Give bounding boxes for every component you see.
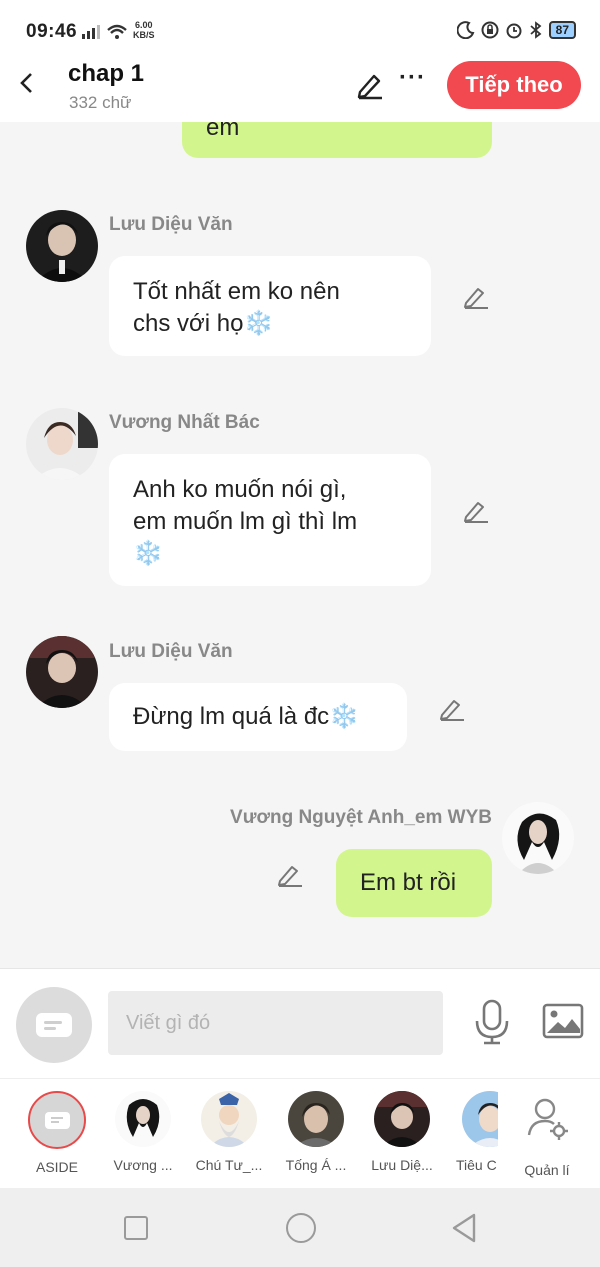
message-text: Tốt nhất em ko nên xyxy=(133,278,340,305)
speed-value: 6.00 xyxy=(134,20,153,30)
character-name: Chú Tư_... xyxy=(195,1157,263,1173)
word-count: 332 chữ xyxy=(69,93,132,112)
avatar xyxy=(462,1091,498,1147)
edit-message-icon[interactable] xyxy=(462,498,490,524)
system-nav-bar xyxy=(0,1188,600,1267)
moon-icon xyxy=(456,21,475,39)
network-speed: 6.00 KB/S xyxy=(133,20,155,40)
message-text: ❄️ xyxy=(133,540,163,567)
next-chapter-button[interactable]: Tiếp theo xyxy=(447,61,581,109)
status-icons: 87 xyxy=(456,21,576,39)
edit-icon[interactable] xyxy=(355,70,385,100)
chapter-title: chap 1 xyxy=(68,60,145,87)
avatar[interactable] xyxy=(502,802,574,874)
avatar xyxy=(288,1091,344,1147)
character-strip[interactable]: ASIDE Vương ... Chú Tư_... Tống Á ... Lư… xyxy=(0,1078,600,1188)
alarm-icon xyxy=(506,23,522,39)
speed-unit: KB/S xyxy=(133,30,155,40)
avatar[interactable] xyxy=(26,636,98,708)
message-text: Anh ko muốn nói gì, xyxy=(133,476,347,503)
screen: 09:46 6.00 KB/S 87 chap 1 332 chữ ··· Ti… xyxy=(0,0,600,1267)
recent-apps-icon[interactable] xyxy=(124,1216,148,1240)
message-bubble[interactable]: Anh ko muốn nói gì, em muốn lm gì thì lm… xyxy=(109,454,431,586)
message-text: em xyxy=(206,122,240,141)
character-item[interactable]: Tống Á ... xyxy=(276,1091,356,1173)
microphone-icon[interactable] xyxy=(474,999,510,1045)
aside-toggle-button[interactable] xyxy=(16,987,92,1063)
sender-name: Lưu Diệu Văn xyxy=(109,214,233,235)
message-bubble[interactable]: Tốt nhất em ko nên chs với họ❄️ xyxy=(109,256,431,356)
character-item[interactable]: Tiêu C xyxy=(440,1091,498,1173)
chat-icon xyxy=(28,1091,86,1149)
avatar[interactable] xyxy=(26,210,98,282)
signal-icon xyxy=(82,24,127,39)
avatar xyxy=(201,1091,257,1147)
character-name: ASIDE xyxy=(35,1159,78,1175)
edit-message-icon[interactable] xyxy=(462,284,490,310)
battery-icon: 87 xyxy=(548,21,576,39)
manage-user-icon xyxy=(527,1098,568,1140)
message-input[interactable] xyxy=(108,991,443,1055)
message-bubble[interactable]: Đừng lm quá là đc❄️ xyxy=(109,683,407,751)
character-name: Tiêu C xyxy=(456,1157,497,1173)
message-text: chs với họ❄️ xyxy=(133,310,274,337)
avatar[interactable] xyxy=(26,408,98,480)
sender-name: Lưu Diệu Văn xyxy=(109,641,233,662)
bluetooth-icon xyxy=(530,21,542,39)
character-item[interactable]: Chú Tư_... xyxy=(189,1091,269,1173)
chat-icon xyxy=(36,1013,72,1037)
app-header: chap 1 332 chữ ··· Tiếp theo xyxy=(0,58,600,122)
message-text: em muốn lm gì thì lm xyxy=(133,508,358,535)
sender-name: Vương Nhất Bác xyxy=(109,412,260,433)
back-arrow-icon[interactable] xyxy=(16,72,38,94)
edit-message-icon[interactable] xyxy=(276,862,304,888)
input-bar xyxy=(0,968,600,1078)
nav-back-icon[interactable] xyxy=(450,1212,478,1244)
message-text: Em bt rồi xyxy=(360,869,457,896)
character-name: Tống Á ... xyxy=(285,1157,347,1173)
character-aside[interactable]: ASIDE xyxy=(17,1091,97,1175)
status-time: 09:46 xyxy=(26,21,78,42)
image-icon[interactable] xyxy=(542,1003,584,1039)
character-item[interactable]: Lưu Diệ... xyxy=(362,1091,442,1173)
home-icon[interactable] xyxy=(286,1213,316,1243)
character-name: Vương ... xyxy=(113,1157,173,1173)
avatar xyxy=(115,1091,171,1147)
message-text: Đừng lm quá là đc❄️ xyxy=(133,703,360,730)
message-bubble[interactable]: em xyxy=(182,122,492,158)
status-bar: 09:46 6.00 KB/S 87 xyxy=(0,0,600,58)
sender-name: Vương Nguyệt Anh_em WYB xyxy=(230,807,492,828)
character-name: Quản lí xyxy=(524,1162,570,1178)
more-options-icon[interactable]: ··· xyxy=(399,64,426,92)
character-manage[interactable]: Quản lí xyxy=(507,1091,587,1178)
avatar xyxy=(374,1091,430,1147)
character-item[interactable]: Vương ... xyxy=(103,1091,183,1173)
chat-area[interactable]: em Lưu Diệu Văn Tốt nhất em ko nên chs v… xyxy=(0,122,600,968)
character-name: Lưu Diệ... xyxy=(371,1157,433,1173)
lock-rotation-icon xyxy=(481,21,499,39)
message-bubble[interactable]: Em bt rồi xyxy=(336,849,492,917)
edit-message-icon[interactable] xyxy=(438,696,466,722)
